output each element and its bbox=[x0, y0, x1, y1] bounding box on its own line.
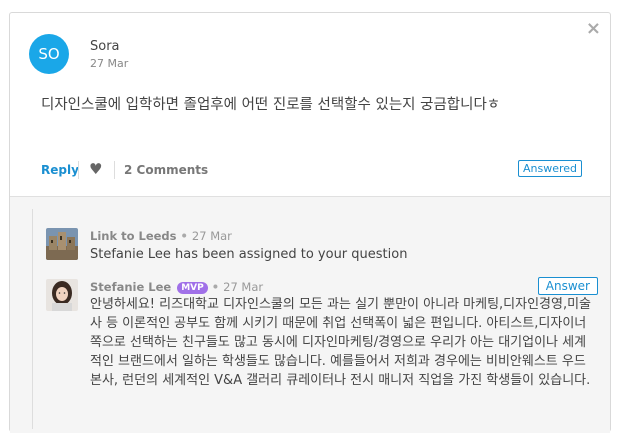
divider bbox=[78, 161, 79, 179]
thread-line bbox=[32, 209, 33, 429]
question-author[interactable]: Sora bbox=[90, 39, 120, 54]
activity-text: Stefanie Lee has been assigned to your q… bbox=[90, 247, 408, 262]
heart-icon[interactable]: ♥ bbox=[89, 160, 102, 178]
separator-dot: • bbox=[180, 229, 188, 243]
comments-link[interactable]: 2 Comments bbox=[124, 163, 208, 177]
mvp-badge: MVP bbox=[177, 282, 208, 294]
activity-author-line: Link to Leeds • 27 Mar bbox=[90, 229, 232, 243]
answered-badge: Answered bbox=[517, 160, 582, 177]
avatar: SO bbox=[29, 34, 69, 74]
question-text: 디자인스쿨에 입학하면 졸업후에 어떤 진로를 선택할수 있는지 궁금합니다ㅎ bbox=[41, 97, 501, 113]
reply-button[interactable]: Reply bbox=[41, 163, 79, 177]
answer-button[interactable]: Answer bbox=[537, 277, 598, 295]
answer-author-line: Stefanie Lee MVP • 27 Mar bbox=[90, 280, 263, 294]
answer-date: 27 Mar bbox=[223, 280, 264, 294]
divider bbox=[114, 161, 115, 179]
stefanie-avatar bbox=[46, 279, 78, 311]
activity-date: 27 Mar bbox=[191, 229, 232, 243]
question-actions: Reply ♥ 2 Comments Answered bbox=[41, 160, 582, 181]
separator-dot: • bbox=[211, 280, 220, 294]
question-card: × SO Sora 27 Mar 디자인스쿨에 입학하면 졸업후에 어떤 진로를… bbox=[9, 12, 611, 433]
close-icon[interactable]: × bbox=[586, 20, 601, 38]
leeds-avatar bbox=[46, 228, 78, 260]
comment-thread: Link to Leeds • 27 Mar Stefanie Lee has … bbox=[10, 197, 610, 433]
question-date: 27 Mar bbox=[90, 57, 129, 70]
activity-author[interactable]: Link to Leeds bbox=[90, 229, 177, 243]
answer-text: 안녕하세요! 리즈대학교 디자인스쿨의 모든 과는 실기 뿐만이 아니라 마케팅… bbox=[90, 297, 592, 388]
answer-author[interactable]: Stefanie Lee bbox=[90, 280, 171, 294]
